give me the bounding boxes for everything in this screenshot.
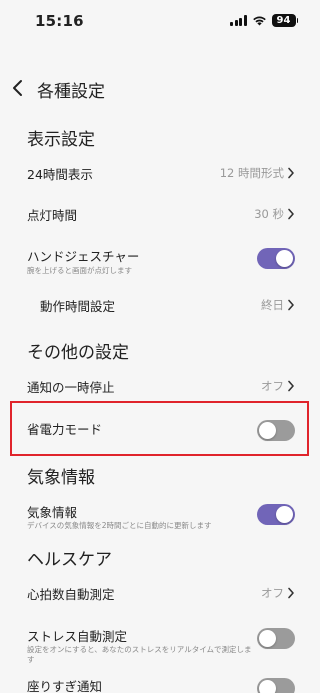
status-bar: 15:16 94: [0, 0, 320, 44]
row-description: 腕を上げると画面が点灯します: [27, 266, 132, 275]
row-label: 24時間表示: [27, 167, 93, 182]
section-heading-display: 表示設定: [27, 130, 95, 150]
row-pause-notifications[interactable]: 通知の一時停止 オフ: [0, 373, 320, 401]
chevron-right-icon: [287, 167, 295, 179]
row-value: 30 秒: [254, 207, 284, 221]
row-label: ストレス自動測定: [27, 629, 128, 644]
row-value: 終日: [261, 298, 284, 312]
row-value: 12 時間形式: [219, 166, 284, 180]
row-label: 座りすぎ通知: [27, 679, 103, 693]
wifi-icon: [252, 15, 267, 26]
row-hand-gesture: ハンドジェスチャー 腕を上げると画面が点灯します: [0, 242, 320, 280]
row-weather-info: 気象情報 デバイスの気象情報を2時間ごとに自動的に更新します: [0, 498, 320, 536]
back-button[interactable]: [10, 78, 28, 98]
row-24-hour-display[interactable]: 24時間表示 12 時間形式: [0, 160, 320, 188]
status-time: 15:16: [35, 12, 84, 30]
chevron-right-icon: [287, 380, 295, 392]
section-heading-other: その他の設定: [27, 343, 129, 363]
row-label: 動作時間設定: [40, 299, 116, 314]
chevron-right-icon: [287, 299, 295, 311]
row-label: 心拍数自動測定: [27, 587, 115, 602]
row-heart-rate[interactable]: 心拍数自動測定 オフ: [0, 580, 320, 608]
nav-header: 各種設定: [0, 70, 320, 106]
row-active-time[interactable]: 動作時間設定 終日: [0, 291, 320, 319]
sedentary-toggle[interactable]: [257, 678, 295, 693]
section-heading-weather: 気象情報: [27, 468, 95, 488]
row-sedentary-alert: 座りすぎ通知: [0, 673, 320, 693]
chevron-right-icon: [287, 587, 295, 599]
weather-info-toggle[interactable]: [257, 504, 295, 525]
chevron-right-icon: [287, 208, 295, 220]
row-description: デバイスの気象情報を2時間ごとに自動的に更新します: [27, 521, 212, 530]
row-stress: ストレス自動測定 設定をオンにすると、あなたのストレスをリアルタイムで測定します: [0, 622, 320, 666]
row-light-duration[interactable]: 点灯時間 30 秒: [0, 201, 320, 229]
page-title: 各種設定: [37, 82, 105, 102]
chevron-left-icon: [13, 80, 22, 96]
battery-level: 94: [271, 14, 296, 27]
settings-screen: 15:16 94 各種設定 表示設定 24時間表示 12 時間形式 点灯時間 3…: [0, 0, 320, 693]
signal-icon: [230, 15, 247, 26]
row-label: 点灯時間: [27, 208, 78, 223]
row-value: オフ: [261, 379, 284, 393]
row-value: オフ: [261, 586, 284, 600]
highlight-box: [10, 401, 309, 456]
hand-gesture-toggle[interactable]: [257, 248, 295, 269]
row-label: 気象情報: [27, 505, 78, 520]
stress-toggle[interactable]: [257, 628, 295, 649]
row-label: ハンドジェスチャー: [27, 249, 140, 264]
row-label: 通知の一時停止: [27, 380, 115, 395]
status-icons: 94: [230, 14, 298, 27]
battery-icon: 94: [271, 14, 298, 27]
section-heading-health: ヘルスケア: [27, 550, 112, 570]
row-description: 設定をオンにすると、あなたのストレスをリアルタイムで測定します: [27, 645, 252, 664]
